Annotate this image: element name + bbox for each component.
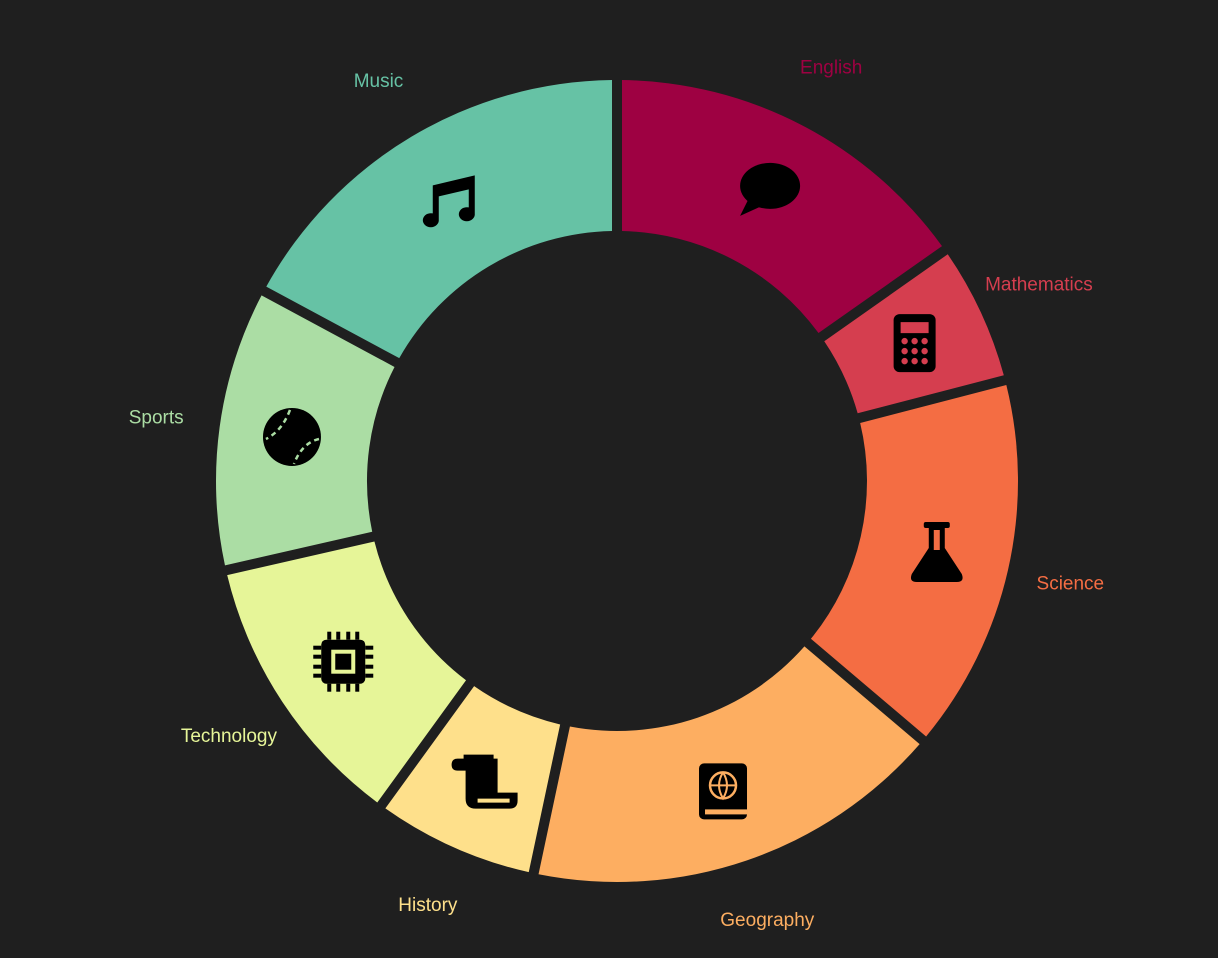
slice-label-geography: Geography [720,910,815,931]
slice-label-english: English [800,57,862,78]
baseball-icon [262,407,321,466]
atlas-book-icon [699,763,748,820]
slice-label-mathematics: Mathematics [985,275,1093,296]
calculator-icon [893,314,936,373]
slice-music [266,80,613,359]
donut-slices [216,80,1018,882]
slice-label-history: History [398,895,458,916]
slice-label-technology: Technology [181,726,278,747]
slice-label-science: Science [1037,573,1105,594]
slice-label-sports: Sports [129,408,184,429]
slice-label-music: Music [354,71,404,92]
donut-chart: English Mathematics Science Geography Histor… [129,57,1105,931]
